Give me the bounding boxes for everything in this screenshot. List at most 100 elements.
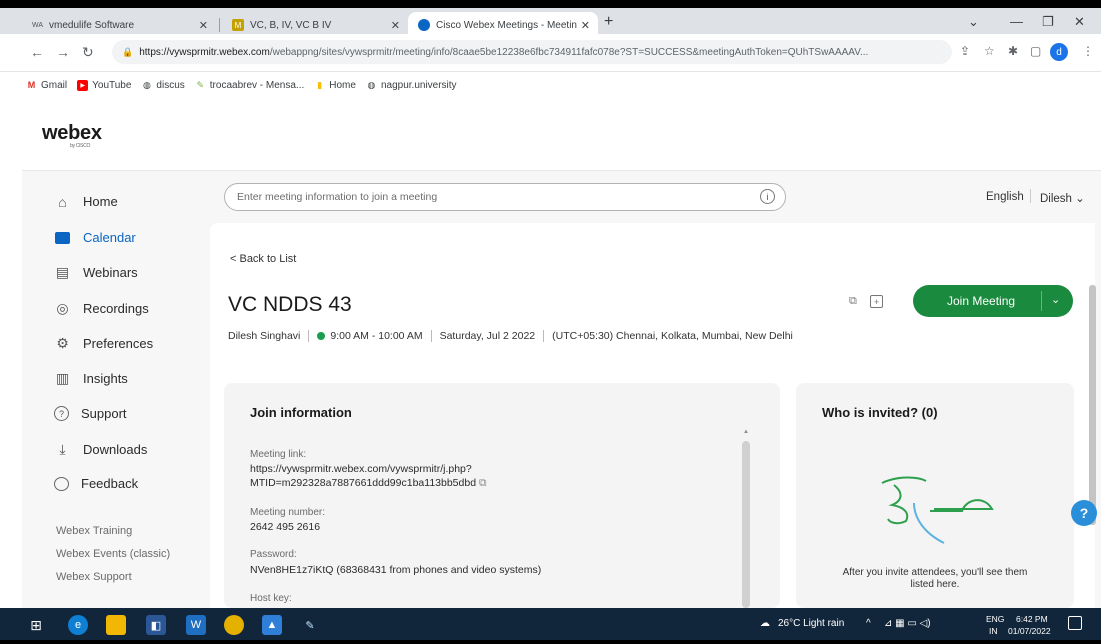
- copy-icon[interactable]: ⧉: [849, 295, 857, 308]
- close-icon[interactable]: ✕: [581, 19, 590, 32]
- record-icon: ◎: [56, 300, 69, 316]
- user-menu[interactable]: Dilesh ⌄: [1040, 191, 1085, 205]
- weather-icon[interactable]: ☁: [760, 618, 770, 629]
- extensions-icon[interactable]: ✱: [1008, 44, 1018, 58]
- edge-icon[interactable]: e: [68, 615, 88, 635]
- office-icon[interactable]: ◧: [146, 615, 166, 635]
- join-info-heading: Join information: [250, 405, 352, 420]
- notification-icon[interactable]: [1068, 616, 1082, 630]
- sidebar-item-label: Support: [81, 406, 127, 421]
- restore-icon[interactable]: ❐: [1042, 14, 1054, 30]
- address-bar: ← → ↻ 🔒 https://vywsprmitr.webex.com /we…: [0, 34, 1101, 72]
- bookmark-label: YouTube: [92, 79, 132, 91]
- clock-date[interactable]: 01/07/2022: [1008, 626, 1051, 636]
- word-icon[interactable]: W: [186, 615, 206, 635]
- url-path: /webappng/sites/vywsprmitr/meeting/info/…: [269, 46, 869, 58]
- scroll-up-icon[interactable]: ▲: [743, 429, 749, 435]
- webex-events-link[interactable]: Webex Events (classic): [56, 548, 170, 560]
- paint-icon[interactable]: ✎: [300, 615, 320, 635]
- sidebar-item-label: Webinars: [83, 265, 138, 280]
- close-icon[interactable]: ✕: [199, 19, 208, 32]
- photos-icon[interactable]: ▲: [262, 615, 282, 635]
- insights-icon: ▥: [55, 370, 70, 386]
- meeting-link-line2[interactable]: MTID=m292328a7887661ddd99c1ba113bb5dbd ⧉: [250, 477, 486, 490]
- url-field[interactable]: 🔒 https://vywsprmitr.webex.com /webappng…: [112, 40, 952, 64]
- chevron-up-icon[interactable]: ^: [866, 618, 871, 629]
- sidebar-item-recordings[interactable]: ◎ Recordings: [54, 300, 148, 317]
- info-icon[interactable]: i: [760, 189, 775, 204]
- header-divider: [1030, 189, 1031, 203]
- sidebar-item-feedback[interactable]: Feedback: [54, 476, 138, 491]
- close-window-icon[interactable]: ✕: [1074, 14, 1085, 30]
- add-to-calendar-icon[interactable]: +: [870, 295, 883, 308]
- meeting-meta: Dilesh Singhavi 9:00 AM - 10:00 AM Satur…: [228, 330, 793, 342]
- clock-time[interactable]: 6:42 PM: [1016, 614, 1048, 624]
- back-to-list-link[interactable]: < Back to List: [230, 253, 296, 265]
- sidebar-item-insights[interactable]: ▥ Insights: [54, 370, 128, 387]
- sidebar-item-calendar[interactable]: Calendar: [54, 229, 136, 246]
- bookmark-nagpur-university[interactable]: ◍ nagpur.university: [366, 80, 457, 91]
- meeting-title: VC NDDS 43: [228, 293, 352, 316]
- join-information-card: Join information Meeting link: https://v…: [224, 383, 780, 608]
- bookmark-star-icon[interactable]: ☆: [984, 44, 995, 58]
- windows-start-icon[interactable]: ⊞: [26, 615, 46, 635]
- webex-logo[interactable]: webex by CISCO: [42, 122, 102, 149]
- logo-text: webex: [42, 122, 102, 144]
- file-explorer-icon[interactable]: [106, 615, 126, 635]
- bookmark-youtube[interactable]: ▶ YouTube: [77, 79, 132, 91]
- bookmark-label: nagpur.university: [380, 79, 457, 91]
- sidebar-item-support[interactable]: ? Support: [54, 406, 127, 421]
- language-bottom[interactable]: IN: [989, 626, 998, 636]
- home-icon: ⌂: [58, 193, 67, 210]
- share-icon[interactable]: ⇪: [960, 44, 970, 58]
- invitees-empty-text: After you invite attendees, you'll see t…: [796, 567, 1074, 591]
- meeting-date: Saturday, Jul 2 2022: [439, 330, 536, 342]
- forward-arrow-icon[interactable]: →: [56, 44, 70, 60]
- language-top[interactable]: ENG: [986, 614, 1004, 624]
- sidebar-item-webinars[interactable]: ▤ Webinars: [54, 264, 138, 281]
- bookmark-label: Gmail: [41, 79, 68, 91]
- scrollbar[interactable]: [742, 441, 750, 608]
- help-icon: ?: [54, 406, 69, 421]
- profile-avatar[interactable]: d: [1050, 43, 1068, 61]
- webex-support-link[interactable]: Webex Support: [56, 571, 132, 583]
- tray-icons[interactable]: ⊿ ▦ ▭ ◁): [884, 618, 931, 629]
- meeting-search-input[interactable]: Enter meeting information to join a meet…: [224, 183, 786, 211]
- sidebar-item-home[interactable]: ⌂ Home: [54, 193, 118, 210]
- sidebar-item-label: Home: [83, 194, 118, 209]
- meeting-number: 2642 495 2616: [250, 521, 321, 533]
- join-meeting-button[interactable]: Join Meeting ⌄: [913, 285, 1073, 317]
- bookmark-gmail[interactable]: M Gmail: [26, 80, 67, 91]
- close-icon[interactable]: ✕: [391, 19, 400, 32]
- sidebar-item-label: Downloads: [83, 442, 148, 457]
- webex-training-link[interactable]: Webex Training: [56, 525, 132, 537]
- sidebar-item-downloads[interactable]: ⤓ Downloads: [54, 441, 147, 458]
- meeting-link-line1[interactable]: https://vywsprmitr.webex.com/vywsprmitr/…: [250, 463, 472, 475]
- tab-divider: [219, 18, 220, 32]
- menu-icon[interactable]: ⋮: [1082, 44, 1094, 58]
- button-divider: [1041, 291, 1042, 311]
- back-arrow-icon[interactable]: ←: [30, 44, 44, 60]
- feedback-icon: [54, 476, 69, 491]
- bookmark-label: discus: [156, 79, 185, 91]
- new-tab-button[interactable]: +: [604, 13, 613, 31]
- sidebar-item-preferences[interactable]: ⚙ Preferences: [54, 335, 153, 352]
- minimize-icon[interactable]: —: [1010, 14, 1023, 29]
- side-panel-icon[interactable]: ▢: [1030, 44, 1041, 58]
- chevron-down-icon[interactable]: ⌄: [1051, 293, 1060, 306]
- join-meeting-label: Join Meeting: [947, 294, 1016, 308]
- tab-search-icon[interactable]: ⌄: [968, 14, 979, 30]
- help-button[interactable]: ?: [1071, 500, 1097, 526]
- copy-icon[interactable]: ⧉: [479, 477, 487, 489]
- bookmark-home[interactable]: ▮ Home: [314, 80, 356, 91]
- bookmark-trocaabrev[interactable]: ✎ trocaabrev - Mensa...: [195, 80, 305, 91]
- page-scrollbar[interactable]: [1089, 285, 1096, 525]
- globe-icon: ◍: [142, 79, 151, 90]
- meeting-number-label: Meeting number:: [250, 507, 326, 518]
- language-selector[interactable]: English: [986, 191, 1024, 203]
- bookmark-discus[interactable]: ◍ discus: [141, 79, 185, 91]
- reload-icon[interactable]: ↻: [82, 44, 94, 61]
- weather-text[interactable]: 26°C Light rain: [778, 618, 844, 629]
- chrome-icon[interactable]: [224, 615, 244, 635]
- lock-icon: 🔒: [122, 46, 134, 57]
